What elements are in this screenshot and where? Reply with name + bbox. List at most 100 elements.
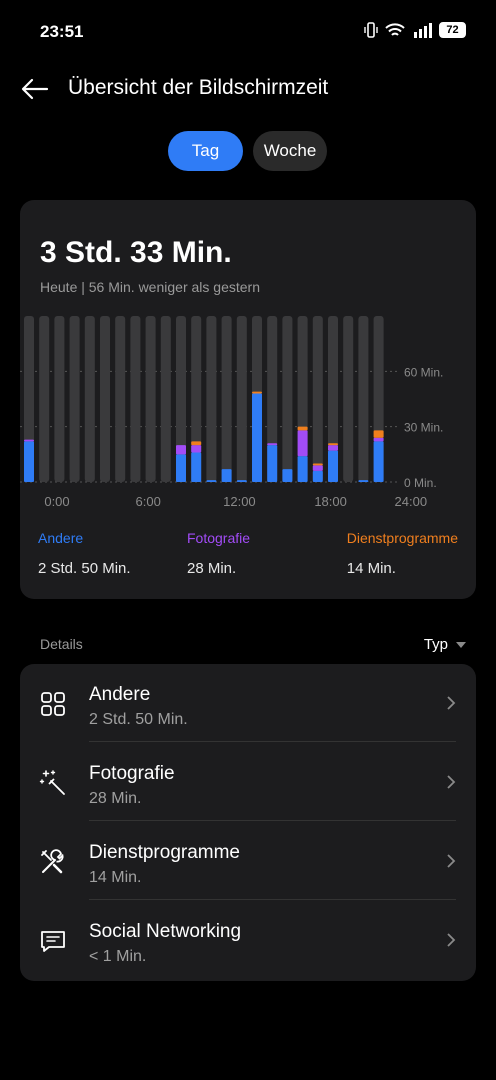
category-row-social-networking[interactable]: Social Networking < 1 Min.	[20, 901, 476, 979]
tools-icon	[41, 849, 64, 874]
bar-dienstprogramme[interactable]	[312, 463, 323, 466]
type-sort-dropdown[interactable]: Typ	[424, 636, 466, 653]
bar-andere[interactable]	[252, 393, 262, 482]
bar-dienstprogramme[interactable]	[373, 430, 384, 438]
legend-value: 14 Min.	[346, 560, 396, 577]
bar-andere[interactable]	[176, 454, 186, 482]
bar-track	[39, 316, 50, 482]
bar-track	[206, 316, 217, 482]
bar-andere[interactable]	[221, 469, 232, 482]
chevron-right-icon	[447, 933, 456, 947]
divider	[89, 820, 456, 821]
bar-dienstprogramme[interactable]	[252, 391, 262, 394]
x-tick-label: 24:00	[395, 494, 428, 509]
bar-fotografie[interactable]	[191, 445, 202, 453]
vibrate-icon	[364, 22, 378, 38]
hourly-usage-chart[interactable]: 0 Min. 30 Min. 60 Min. 0:00 6:00 12:00 18:00 24…	[20, 310, 476, 520]
chevron-right-icon	[447, 696, 456, 710]
wifi-icon	[385, 23, 405, 36]
bar-track	[312, 316, 323, 482]
total-screen-time: 3 Std. 33 Min.	[40, 236, 232, 269]
category-time: 28 Min.	[89, 790, 142, 807]
bar-fotografie[interactable]	[328, 445, 338, 451]
chat-icon	[41, 931, 65, 952]
type-sort-label: Typ	[423, 636, 448, 653]
x-tick-label: 0:00	[44, 494, 69, 509]
bar-track	[221, 316, 232, 482]
bar-andere[interactable]	[328, 450, 338, 482]
bar-track	[100, 316, 110, 482]
bar-fotografie[interactable]	[24, 439, 34, 442]
bar-fotografie[interactable]	[297, 430, 308, 457]
category-time: < 1 Min.	[89, 948, 147, 965]
bar-track	[236, 316, 247, 482]
legend-andere: Andere 2 Std. 50 Min.	[38, 530, 131, 577]
bar-andere[interactable]	[236, 480, 247, 482]
status-icons: 72	[364, 22, 466, 38]
bar-andere[interactable]	[206, 480, 217, 482]
x-tick-label: 12:00	[223, 494, 256, 509]
bar-andere[interactable]	[191, 452, 202, 482]
bar-track	[84, 316, 95, 482]
bar-fotografie[interactable]	[373, 437, 384, 442]
bar-track	[130, 316, 141, 482]
legend-dienstprogramme: Dienstprogramme 14 Min.	[347, 530, 458, 577]
back-button[interactable]	[18, 72, 52, 106]
bar-track	[343, 316, 354, 482]
magic-wand-icon	[39, 770, 65, 795]
bar-track	[115, 316, 126, 482]
dropdown-triangle-icon	[456, 641, 466, 648]
bar-track	[69, 316, 80, 482]
legend-value: 2 Std. 50 Min.	[38, 560, 131, 577]
bar-andere[interactable]	[297, 456, 308, 482]
bar-dienstprogramme[interactable]	[191, 441, 202, 446]
arrow-left-icon	[21, 78, 49, 100]
bar-andere[interactable]	[282, 469, 293, 482]
details-label: Details	[40, 636, 83, 652]
x-tick-label: 18:00	[314, 494, 347, 509]
bar-dienstprogramme[interactable]	[297, 426, 308, 431]
x-tick-label: 6:00	[136, 494, 161, 509]
category-row-fotografie[interactable]: Fotografie 28 Min.	[20, 743, 476, 821]
signal-icon	[414, 23, 432, 38]
legend-label: Dienstprogramme	[346, 530, 458, 546]
comparison-text: Heute | 56 Min. weniger als gestern	[40, 279, 260, 295]
bar-track	[145, 316, 156, 482]
category-name: Fotografie	[89, 763, 175, 784]
tab-week[interactable]: Woche	[253, 131, 327, 171]
bar-andere[interactable]	[267, 445, 278, 482]
legend-label: Fotografie	[187, 530, 251, 546]
category-list: Andere 2 Std. 50 Min. Fotografie 28 Min.…	[20, 664, 476, 981]
category-name: Dienstprogramme	[89, 842, 240, 863]
legend-value: 28 Min.	[187, 560, 237, 577]
bar-dienstprogramme[interactable]	[328, 443, 338, 446]
chevron-right-icon	[447, 854, 456, 868]
divider	[89, 899, 456, 900]
category-row-dienstprogramme[interactable]: Dienstprogramme 14 Min.	[20, 822, 476, 900]
category-time: 2 Std. 50 Min.	[89, 711, 188, 728]
category-time: 14 Min.	[89, 869, 142, 886]
bar-andere[interactable]	[312, 470, 323, 482]
tab-day[interactable]: Tag	[168, 131, 243, 171]
bar-andere[interactable]	[373, 441, 384, 482]
status-time: 23:51	[40, 22, 84, 41]
status-bar: 23:51 72	[0, 0, 496, 62]
bar-andere[interactable]	[24, 441, 34, 482]
bar-track	[358, 316, 369, 482]
bar-track	[282, 316, 293, 482]
bar-andere[interactable]	[358, 480, 369, 482]
bar-fotografie[interactable]	[312, 465, 323, 471]
chevron-right-icon	[447, 775, 456, 789]
usage-chart-card: 3 Std. 33 Min. Heute | 56 Min. weniger a…	[20, 200, 476, 599]
category-name: Social Networking	[89, 921, 242, 942]
y-tick-label: 60 Min.	[404, 365, 443, 379]
y-tick-label: 0 Min.	[404, 476, 437, 490]
legend-label: Andere	[38, 530, 84, 546]
bar-fotografie[interactable]	[267, 443, 278, 446]
category-row-andere[interactable]: Andere 2 Std. 50 Min.	[20, 664, 476, 742]
bar-track	[160, 316, 171, 482]
category-name: Andere	[89, 684, 151, 705]
divider	[89, 741, 456, 742]
grid-icon	[41, 692, 65, 716]
bar-fotografie[interactable]	[176, 445, 186, 455]
